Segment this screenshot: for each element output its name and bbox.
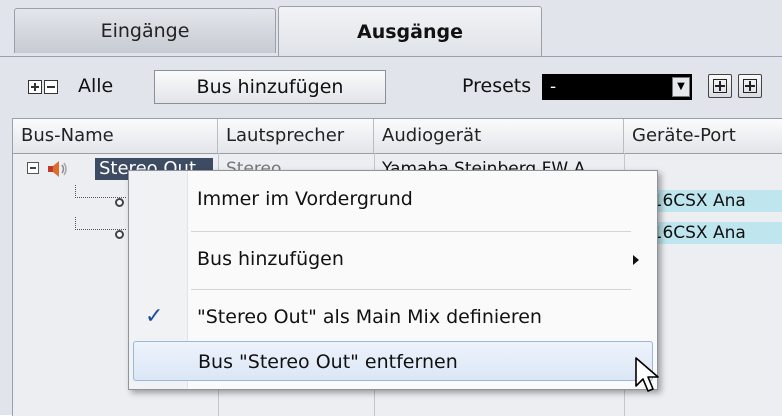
- menu-item-always-on-top[interactable]: Immer im Vordergrund: [129, 179, 657, 219]
- expand-all-icon[interactable]: [28, 80, 42, 94]
- submenu-arrow-icon: [633, 255, 639, 265]
- toolbar: Alle Bus hinzufügen Presets - ▼: [0, 62, 782, 110]
- channel-plug-icon: [115, 230, 124, 239]
- dropdown-arrow-icon[interactable]: ▼: [672, 77, 690, 97]
- add-bus-button[interactable]: Bus hinzufügen: [154, 70, 386, 104]
- tab-divider: [0, 56, 782, 57]
- remove-preset-icon[interactable]: [738, 74, 762, 98]
- collapse-all-icon[interactable]: [44, 80, 58, 94]
- menu-item-label: "Stereo Out" als Main Mix definieren: [197, 306, 542, 328]
- expand-collapse-all[interactable]: [28, 80, 58, 94]
- menu-separator: [191, 231, 631, 232]
- menu-item-remove-bus[interactable]: Bus "Stereo Out" entfernen: [133, 341, 653, 381]
- tree-connector: [75, 185, 126, 198]
- presets-label: Presets: [462, 75, 532, 97]
- speaker-icon: [48, 161, 67, 177]
- vst-connections-window: Eingänge Ausgänge Alle Bus hinzufügen Pr…: [0, 0, 782, 416]
- checkmark-icon: ✓: [145, 304, 164, 329]
- presets-dropdown[interactable]: - ▼: [542, 74, 692, 100]
- channel-plug-icon: [115, 198, 124, 207]
- column-speaker[interactable]: Lautsprecher: [218, 119, 374, 153]
- tab-strip: Eingänge Ausgänge: [0, 0, 782, 58]
- column-bus-name[interactable]: Bus-Name: [13, 119, 218, 153]
- all-label: Alle: [78, 75, 114, 97]
- collapse-node-icon[interactable]: [27, 162, 39, 174]
- tab-inputs[interactable]: Eingänge: [14, 8, 276, 53]
- menu-item-add-bus[interactable]: Bus hinzufügen: [129, 239, 657, 279]
- mouse-cursor-icon: [635, 357, 659, 392]
- column-audio-device[interactable]: Audiogerät: [374, 119, 624, 153]
- tab-outputs[interactable]: Ausgänge: [278, 6, 542, 57]
- tree-connector: [75, 217, 126, 230]
- menu-item-label: Immer im Vordergrund: [197, 188, 413, 210]
- table-header: Bus-Name Lautsprecher Audiogerät Geräte-…: [13, 119, 782, 154]
- menu-item-label: Bus "Stereo Out" entfernen: [198, 351, 458, 373]
- context-menu: Immer im Vordergrund Bus hinzufügen ✓ "S…: [128, 170, 658, 390]
- column-device-port[interactable]: Geräte-Port: [624, 119, 782, 153]
- menu-separator: [191, 289, 631, 290]
- store-preset-icon[interactable]: [708, 74, 732, 98]
- menu-item-label: Bus hinzufügen: [197, 248, 344, 270]
- menu-item-set-main-mix[interactable]: ✓ "Stereo Out" als Main Mix definieren: [129, 297, 657, 337]
- presets-value: -: [550, 77, 557, 97]
